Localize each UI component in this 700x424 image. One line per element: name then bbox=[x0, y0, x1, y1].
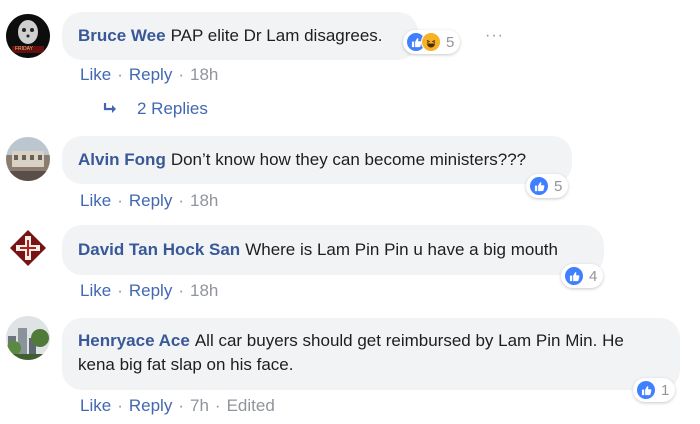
author-name[interactable]: Bruce Wee bbox=[78, 26, 166, 45]
comment-bubble: Alvin Fong Don’t know how they can become… bbox=[62, 136, 572, 184]
like-link[interactable]: Like bbox=[80, 281, 111, 300]
comment-actions: Like · Reply · 18h bbox=[80, 191, 218, 211]
author-name[interactable]: Henryace Ace bbox=[78, 331, 190, 350]
author-name[interactable]: Alvin Fong bbox=[78, 150, 166, 169]
separator: · bbox=[178, 191, 184, 210]
comment-text: Don’t know how they can become ministers… bbox=[170, 150, 527, 169]
separator: · bbox=[178, 65, 184, 84]
replies-count-label: 2 Replies bbox=[137, 99, 208, 118]
haha-icon bbox=[421, 32, 441, 52]
comment-text: Where is Lam Pin Pin u have a big mouth bbox=[245, 240, 558, 259]
timestamp[interactable]: 18h bbox=[190, 281, 218, 300]
reaction-count: 1 bbox=[661, 381, 670, 399]
separator: · bbox=[178, 396, 184, 415]
reaction-summary[interactable]: 4 bbox=[561, 264, 604, 288]
reply-link[interactable]: Reply bbox=[129, 396, 172, 415]
view-replies-link[interactable]: 2 Replies bbox=[103, 99, 208, 119]
avatar[interactable]: FRIDAY bbox=[6, 14, 50, 58]
comment-actions: Like · Reply · 7h · Edited bbox=[80, 396, 275, 416]
separator: · bbox=[178, 281, 184, 300]
reply-link[interactable]: Reply bbox=[129, 65, 172, 84]
timestamp[interactable]: 7h bbox=[190, 396, 209, 415]
comment-bubble: Henryace Ace All car buyers should get re… bbox=[62, 318, 680, 390]
edited-label[interactable]: Edited bbox=[227, 396, 275, 415]
timestamp[interactable]: 18h bbox=[190, 191, 218, 210]
reaction-summary[interactable]: 1 bbox=[633, 378, 676, 402]
separator: · bbox=[117, 191, 123, 210]
like-link[interactable]: Like bbox=[80, 191, 111, 210]
avatar-text: FRIDAY bbox=[15, 46, 33, 52]
separator: · bbox=[117, 396, 123, 415]
more-options-icon[interactable]: ··· bbox=[485, 27, 504, 45]
comment-actions: Like · Reply · 18h bbox=[80, 281, 218, 301]
comment-bubble: David Tan Hock San Where is Lam Pin Pin u… bbox=[62, 225, 604, 275]
reaction-summary[interactable]: 5 bbox=[526, 174, 569, 198]
avatar[interactable] bbox=[6, 226, 50, 270]
separator: · bbox=[214, 396, 221, 415]
separator: · bbox=[117, 65, 123, 84]
like-link[interactable]: Like bbox=[80, 396, 111, 415]
reaction-count: 5 bbox=[554, 177, 563, 195]
author-name[interactable]: David Tan Hock San bbox=[78, 240, 240, 259]
reply-arrow-icon bbox=[103, 103, 116, 113]
separator: · bbox=[117, 281, 123, 300]
like-icon bbox=[564, 266, 584, 286]
comment-actions: Like · Reply · 18h bbox=[80, 65, 218, 85]
timestamp[interactable]: 18h bbox=[190, 65, 218, 84]
reply-link[interactable]: Reply bbox=[129, 191, 172, 210]
like-link[interactable]: Like bbox=[80, 65, 111, 84]
comment-text: PAP elite Dr Lam disagrees. bbox=[170, 26, 383, 45]
like-icon bbox=[636, 380, 656, 400]
avatar[interactable] bbox=[6, 316, 50, 360]
comment-bubble: Bruce Wee PAP elite Dr Lam disagrees. bbox=[62, 12, 418, 60]
like-icon bbox=[529, 176, 549, 196]
reply-link[interactable]: Reply bbox=[129, 281, 172, 300]
reaction-count: 5 bbox=[446, 33, 455, 51]
reaction-summary[interactable]: 5 bbox=[403, 30, 461, 54]
reaction-count: 4 bbox=[589, 267, 598, 285]
avatar[interactable] bbox=[6, 137, 50, 181]
